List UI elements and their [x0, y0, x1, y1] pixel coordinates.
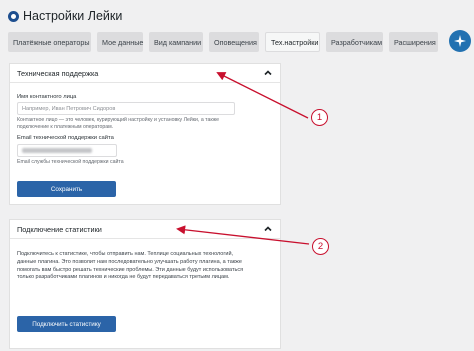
- tab-developers[interactable]: Разработчикам: [326, 32, 383, 52]
- chevron-up-icon[interactable]: [263, 68, 273, 78]
- blurred-email-value: [22, 148, 92, 153]
- tab-my-data[interactable]: Мое данные: [97, 32, 143, 52]
- page-title: Настройки Лейки: [23, 9, 123, 23]
- contact-name-description: Контактное лицо — это человек, курирующи…: [17, 117, 219, 130]
- support-email-input[interactable]: [17, 144, 117, 157]
- save-button[interactable]: Сохранить: [17, 181, 116, 197]
- support-email-label: Email технической поддержки сайта: [17, 135, 114, 141]
- tab-extensions[interactable]: Расширения: [389, 32, 438, 52]
- header: Настройки Лейки: [8, 6, 122, 26]
- help-button[interactable]: [449, 30, 471, 52]
- statistics-description: Подключитесь к статистике, чтобы отправи…: [17, 251, 244, 281]
- contact-name-input[interactable]: Например, Иван Петрович Сидоров: [17, 102, 235, 115]
- tech-support-header[interactable]: Техническая поддержка: [10, 64, 280, 83]
- chevron-up-icon[interactable]: [263, 224, 273, 234]
- connect-statistics-button[interactable]: Подключить статистику: [17, 316, 116, 332]
- sparkle-icon: [454, 35, 466, 47]
- support-email-description: Email службы технической поддержки сайта: [17, 159, 124, 165]
- statistics-panel: Подключение статистики Подключитесь к ст…: [9, 219, 281, 349]
- tab-payment-operators[interactable]: Платёжные операторы: [8, 32, 91, 52]
- leyka-logo-icon: [8, 10, 19, 22]
- tab-notifications[interactable]: Оповещения: [209, 32, 259, 52]
- tab-campaign-view[interactable]: Вид кампании: [149, 32, 203, 52]
- tech-support-panel: Техническая поддержка Имя контактного ли…: [9, 63, 281, 205]
- annotation-marker-1: 1: [311, 109, 328, 126]
- annotation-marker-2: 2: [312, 238, 329, 255]
- tab-bar: Платёжные операторы Мое данные Вид кампа…: [8, 32, 438, 52]
- statistics-header[interactable]: Подключение статистики: [10, 220, 280, 239]
- statistics-title: Подключение статистики: [17, 224, 102, 234]
- contact-name-label: Имя контактного лица: [17, 94, 77, 100]
- tab-tech-settings[interactable]: Тех.настройки: [265, 32, 320, 52]
- tech-support-title: Техническая поддержка: [17, 68, 99, 78]
